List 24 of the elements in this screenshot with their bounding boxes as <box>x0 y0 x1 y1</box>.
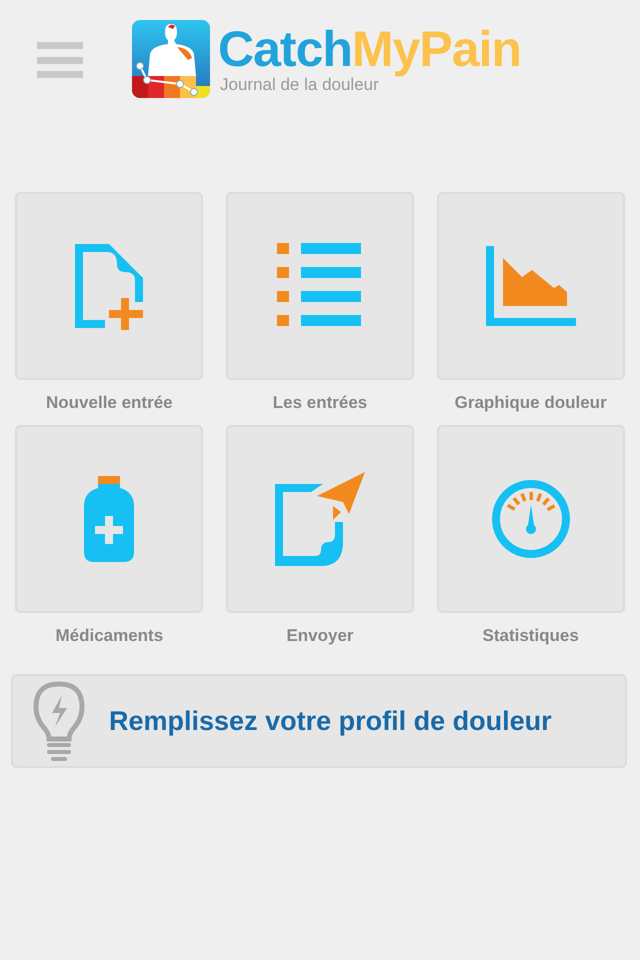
app-title: CatchMyPain <box>218 20 521 78</box>
lightbulb-icon <box>33 681 85 761</box>
document-paper-plane-icon <box>274 472 365 566</box>
menu-tile[interactable] <box>436 425 625 613</box>
gauge-icon <box>490 479 571 559</box>
tile-label: Nouvelle entrée <box>46 393 173 413</box>
tile-label: Médicaments <box>55 626 164 646</box>
menu-tile[interactable] <box>436 192 625 380</box>
app-logo-icon <box>132 20 210 98</box>
profile-banner[interactable]: Remplissez votre profil de douleur <box>11 674 627 768</box>
app-subtitle: Journal de la douleur <box>220 76 379 94</box>
menu-button[interactable] <box>37 42 83 78</box>
tile-label: Statistiques <box>482 626 579 646</box>
medicine-bottle-icon <box>84 476 134 562</box>
menu-tile[interactable] <box>226 425 414 613</box>
tile-label: Les entrées <box>272 393 368 413</box>
tile-label: Graphique douleur <box>454 393 607 413</box>
new-document-icon <box>73 242 146 330</box>
tile-label: Envoyer <box>286 626 354 646</box>
list-icon <box>276 243 363 329</box>
menu-tile[interactable] <box>226 192 414 380</box>
menu-tile[interactable] <box>15 425 204 613</box>
area-chart-icon <box>486 246 576 326</box>
menu-tile[interactable] <box>15 192 204 380</box>
